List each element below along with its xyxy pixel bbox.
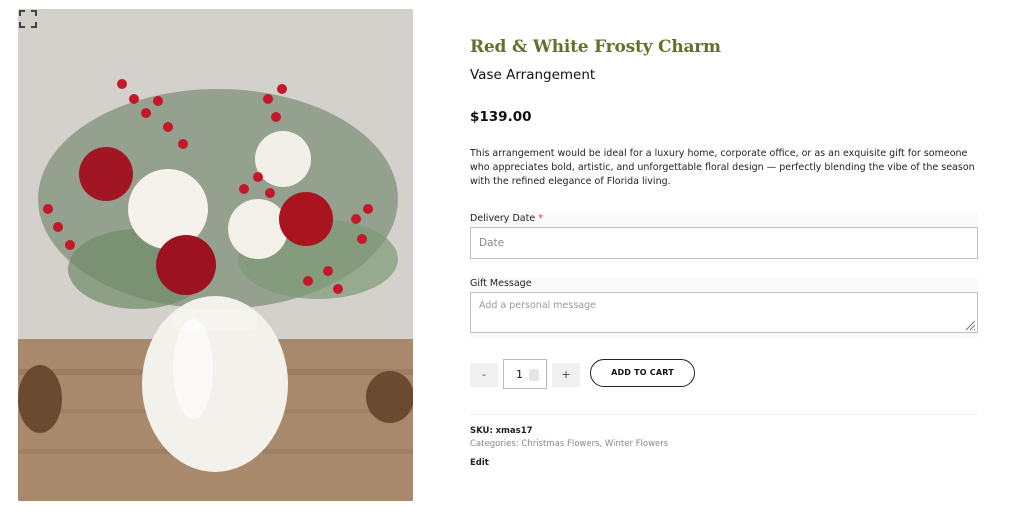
product-description: This arrangement would be ideal for a lu… xyxy=(470,148,975,187)
gift-message-field: Gift Message Add a personal message xyxy=(470,277,978,339)
category-link-christmas-flowers[interactable]: Christmas Flowers xyxy=(521,439,599,449)
product-title: Red & White Frosty Charm xyxy=(470,37,721,57)
product-subtitle: Vase Arrangement xyxy=(470,67,596,83)
quantity-decrease-button[interactable]: - xyxy=(470,363,498,387)
sku-value: xmas17 xyxy=(495,426,533,436)
sku-label: SKU: xyxy=(470,426,493,436)
delivery-date-field: Delivery Date * Date xyxy=(470,212,978,264)
product-meta: SKU: xmas17 Categories: Christmas Flower… xyxy=(470,425,668,451)
categories-line: Categories: Christmas Flowers, Winter Fl… xyxy=(470,438,668,451)
flower-arrangement-illustration xyxy=(18,9,413,501)
resize-grip-icon[interactable] xyxy=(964,319,976,331)
spinner-icon[interactable] xyxy=(529,369,539,381)
product-image[interactable] xyxy=(18,9,413,501)
sku-line: SKU: xmas17 xyxy=(470,425,668,438)
fullscreen-icon[interactable] xyxy=(18,9,38,29)
quantity-input[interactable]: 1 xyxy=(503,359,547,389)
product-price: $139.00 xyxy=(470,109,532,125)
edit-link[interactable]: Edit xyxy=(470,458,489,468)
category-separator: , xyxy=(599,439,603,449)
gift-message-textarea[interactable]: Add a personal message xyxy=(470,292,978,333)
gift-message-placeholder: Add a personal message xyxy=(479,300,596,311)
gift-message-label: Gift Message xyxy=(470,278,532,289)
category-link-winter-flowers[interactable]: Winter Flowers xyxy=(605,439,668,449)
add-to-cart-button[interactable]: ADD TO CART xyxy=(590,359,695,387)
quantity-increase-button[interactable]: + xyxy=(552,363,580,387)
divider xyxy=(470,414,978,415)
delivery-date-input[interactable]: Date xyxy=(470,227,978,259)
quantity-value: 1 xyxy=(516,368,523,381)
delivery-date-label: Delivery Date * xyxy=(470,213,543,224)
categories-label: Categories: xyxy=(470,439,519,449)
product-summary: Red & White Frosty Charm Vase Arrangemen… xyxy=(470,36,978,468)
required-mark: * xyxy=(538,213,543,224)
